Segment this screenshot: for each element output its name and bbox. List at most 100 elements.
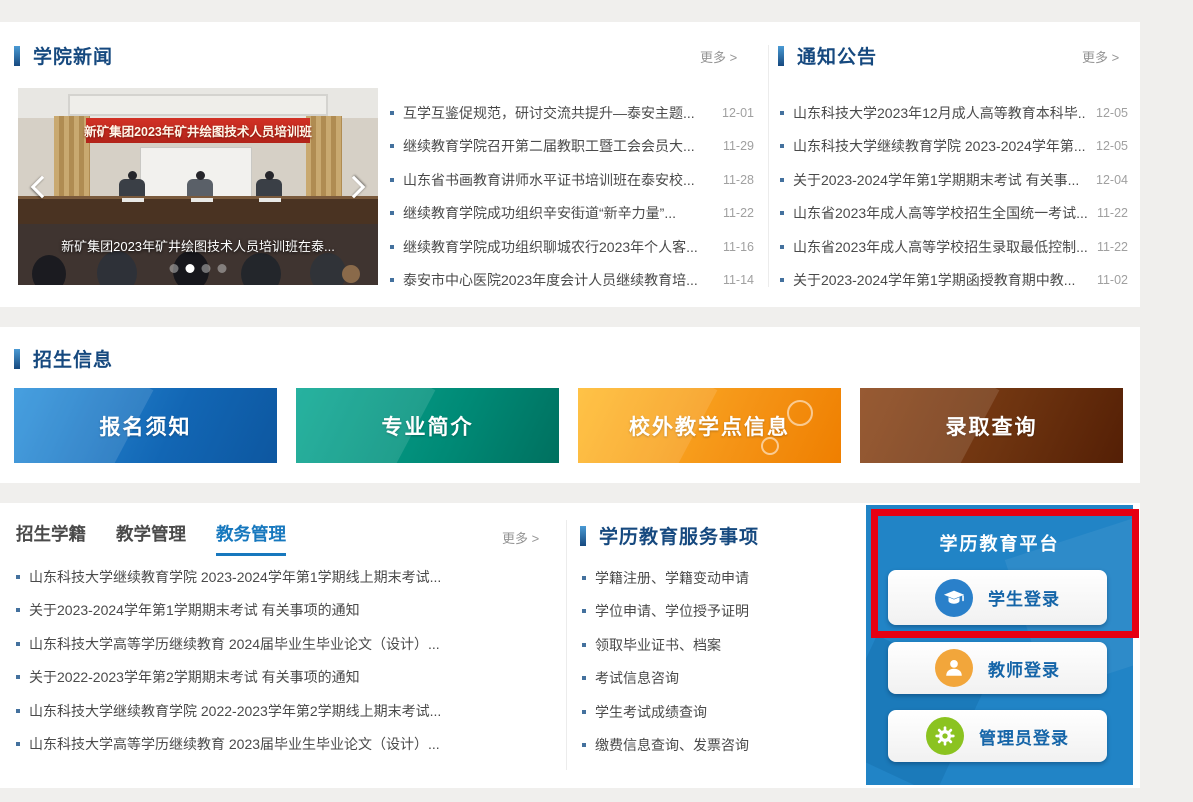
list-item[interactable]: 山东省2023年成人高等学校招生录取最低控制... 11-22 bbox=[780, 230, 1128, 264]
list-item[interactable]: 领取毕业证书、档案 bbox=[582, 628, 852, 662]
list-item[interactable]: 山东科技大学2023年12月成人高等教育本科毕... 12-05 bbox=[780, 96, 1128, 130]
bullet-icon bbox=[582, 576, 586, 580]
carousel-dot[interactable] bbox=[218, 264, 227, 273]
list-item[interactable]: 关于2023-2024学年第1学期期末考试 有关事项的通知 bbox=[16, 594, 546, 628]
item-link[interactable]: 继续教育学院召开第二届教职工暨工会会员大... bbox=[403, 136, 713, 156]
item-link[interactable]: 缴费信息查询、发票咨询 bbox=[595, 735, 852, 755]
item-link[interactable]: 学位申请、学位授予证明 bbox=[595, 601, 852, 621]
item-link[interactable]: 山东省书画教育讲师水平证书培训班在泰安校... bbox=[403, 170, 713, 190]
item-link[interactable]: 山东科技大学高等学历继续教育 2023届毕业生毕业论文（设计）... bbox=[29, 734, 546, 754]
list-item[interactable]: 山东科技大学高等学历继续教育 2023届毕业生毕业论文（设计）... bbox=[16, 728, 546, 762]
list-item[interactable]: 学籍注册、学籍变动申请 bbox=[582, 561, 852, 595]
item-link[interactable]: 关于2023-2024学年第1学期期末考试 有关事... bbox=[793, 170, 1086, 190]
carousel-dot[interactable] bbox=[202, 264, 211, 273]
item-link[interactable]: 泰安市中心医院2023年度会计人员继续教育培... bbox=[403, 270, 713, 290]
list-item[interactable]: 缴费信息查询、发票咨询 bbox=[582, 729, 852, 763]
list-item[interactable]: 考试信息咨询 bbox=[582, 662, 852, 696]
column-divider bbox=[768, 45, 769, 287]
bullet-icon bbox=[390, 144, 394, 148]
item-link[interactable]: 领取毕业证书、档案 bbox=[595, 635, 852, 655]
news-carousel[interactable]: 新矿集团2023年矿井绘图技术人员培训班 新矿集团2023年矿井绘图技术人员培训… bbox=[18, 88, 378, 285]
list-item[interactable]: 继续教育学院成功组织辛安街道“新辛力量”... 11-22 bbox=[390, 197, 754, 231]
education-platform-panel: 学历教育平台 学生登录 教师登录 bbox=[866, 505, 1133, 785]
item-date: 11-02 bbox=[1097, 273, 1128, 287]
item-link[interactable]: 继续教育学院成功组织聊城农行2023年个人客... bbox=[403, 237, 713, 257]
item-link[interactable]: 继续教育学院成功组织辛安街道“新辛力量”... bbox=[403, 203, 713, 223]
list-item[interactable]: 山东省2023年成人高等学校招生全国统一考试... 11-22 bbox=[780, 197, 1128, 231]
banner-major-intro[interactable]: 专业简介 bbox=[296, 388, 559, 463]
banner-offsite-teaching-info[interactable]: 校外教学点信息 bbox=[578, 388, 841, 463]
item-date: 11-22 bbox=[723, 206, 754, 220]
item-link[interactable]: 山东科技大学继续教育学院 2023-2024学年第1学期线上期末考试... bbox=[29, 567, 546, 587]
item-link[interactable]: 山东科技大学2023年12月成人高等教育本科毕... bbox=[793, 103, 1086, 123]
list-item[interactable]: 关于2023-2024学年第1学期期末考试 有关事... 12-04 bbox=[780, 163, 1128, 197]
news-section-header: 学院新闻 bbox=[14, 42, 113, 69]
management-more-link[interactable]: 更多 > bbox=[502, 528, 539, 547]
banner-label: 校外教学点信息 bbox=[629, 411, 790, 441]
item-link[interactable]: 山东科技大学高等学历继续教育 2024届毕业生毕业论文（设计）... bbox=[29, 634, 546, 654]
carousel-dot[interactable] bbox=[170, 264, 179, 273]
item-link[interactable]: 关于2023-2024学年第1学期函授教育期中教... bbox=[793, 270, 1087, 290]
bullet-icon bbox=[780, 111, 784, 115]
tab-academic-affairs[interactable]: 教务管理 bbox=[216, 521, 286, 556]
notice-more-link[interactable]: 更多 > bbox=[1082, 47, 1119, 66]
gear-icon bbox=[926, 717, 964, 755]
list-item[interactable]: 互学互鉴促规范，研讨交流共提升—泰安主题... 12-01 bbox=[390, 96, 754, 130]
list-item[interactable]: 学生考试成绩查询 bbox=[582, 695, 852, 729]
item-link[interactable]: 关于2023-2024学年第1学期期末考试 有关事项的通知 bbox=[29, 600, 546, 620]
item-date: 12-04 bbox=[1096, 173, 1128, 187]
list-item[interactable]: 学位申请、学位授予证明 bbox=[582, 595, 852, 629]
carousel-photo: 新矿集团2023年矿井绘图技术人员培训班 bbox=[18, 88, 378, 285]
thumb-circle-icon bbox=[787, 400, 813, 426]
management-list: 山东科技大学继续教育学院 2023-2024学年第1学期线上期末考试... 关于… bbox=[16, 560, 546, 761]
photo-paper bbox=[122, 198, 144, 202]
list-item[interactable]: 山东科技大学继续教育学院 2023-2024学年第1学期线上期末考试... bbox=[16, 560, 546, 594]
item-link[interactable]: 学生考试成绩查询 bbox=[595, 702, 852, 722]
item-date: 11-16 bbox=[723, 240, 754, 254]
list-item[interactable]: 山东省书画教育讲师水平证书培训班在泰安校... 11-28 bbox=[390, 163, 754, 197]
list-item[interactable]: 关于2022-2023学年第2学期期末考试 有关事项的通知 bbox=[16, 661, 546, 695]
carousel-dot-active[interactable] bbox=[186, 264, 195, 273]
list-item[interactable]: 山东科技大学高等学历继续教育 2024届毕业生毕业论文（设计）... bbox=[16, 627, 546, 661]
list-item[interactable]: 山东科技大学继续教育学院 2023-2024学年第... 12-05 bbox=[780, 130, 1128, 164]
item-date: 11-28 bbox=[723, 173, 754, 187]
banner-signup-notice[interactable]: 报名须知 bbox=[14, 388, 277, 463]
section-bar-icon bbox=[778, 46, 784, 66]
list-item[interactable]: 泰安市中心医院2023年度会计人员继续教育培... 11-14 bbox=[390, 264, 754, 298]
item-date: 12-05 bbox=[1096, 106, 1128, 120]
bullet-icon bbox=[780, 211, 784, 215]
item-link[interactable]: 考试信息咨询 bbox=[595, 668, 852, 688]
teacher-login-label: 教师登录 bbox=[988, 656, 1060, 681]
banner-admission-query[interactable]: 录取查询 bbox=[860, 388, 1123, 463]
list-item[interactable]: 继续教育学院成功组织聊城农行2023年个人客... 11-16 bbox=[390, 230, 754, 264]
item-date: 11-14 bbox=[723, 273, 754, 287]
student-login-label: 学生登录 bbox=[988, 585, 1060, 610]
news-more-link[interactable]: 更多 > bbox=[700, 47, 737, 66]
tab-teaching-management[interactable]: 教学管理 bbox=[116, 521, 186, 556]
list-item[interactable]: 继续教育学院召开第二届教职工暨工会会员大... 11-29 bbox=[390, 130, 754, 164]
service-section-title: 学历教育服务事项 bbox=[599, 522, 759, 549]
photo-banner-text: 新矿集团2023年矿井绘图技术人员培训班 bbox=[86, 118, 309, 144]
list-item[interactable]: 关于2023-2024学年第1学期函授教育期中教... 11-02 bbox=[780, 264, 1128, 298]
tab-enrollment-status[interactable]: 招生学籍 bbox=[16, 521, 86, 556]
photo-ceiling bbox=[18, 88, 378, 118]
section-bar-icon bbox=[580, 526, 586, 546]
item-link[interactable]: 山东省2023年成人高等学校招生全国统一考试... bbox=[793, 203, 1087, 223]
item-link[interactable]: 互学互鉴促规范，研讨交流共提升—泰安主题... bbox=[403, 103, 712, 123]
student-login-button[interactable]: 学生登录 bbox=[888, 570, 1107, 625]
item-link[interactable]: 山东省2023年成人高等学校招生录取最低控制... bbox=[793, 237, 1087, 257]
column-divider bbox=[566, 520, 567, 770]
teacher-login-button[interactable]: 教师登录 bbox=[888, 642, 1107, 694]
item-date: 11-29 bbox=[723, 139, 754, 153]
item-link[interactable]: 关于2022-2023学年第2学期期末考试 有关事项的通知 bbox=[29, 667, 546, 687]
banner-label: 专业简介 bbox=[382, 411, 474, 441]
item-link[interactable]: 学籍注册、学籍变动申请 bbox=[595, 568, 852, 588]
item-link[interactable]: 山东科技大学继续教育学院 2022-2023学年第2学期线上期末考试... bbox=[29, 701, 546, 721]
bullet-icon bbox=[390, 245, 394, 249]
item-date: 12-05 bbox=[1096, 139, 1128, 153]
item-link[interactable]: 山东科技大学继续教育学院 2023-2024学年第... bbox=[793, 136, 1086, 156]
list-item[interactable]: 山东科技大学继续教育学院 2022-2023学年第2学期线上期末考试... bbox=[16, 694, 546, 728]
carousel-caption[interactable]: 新矿集团2023年矿井绘图技术人员培训班在泰... bbox=[18, 236, 378, 255]
photo-paper bbox=[191, 198, 213, 202]
admin-login-button[interactable]: 管理员登录 bbox=[888, 710, 1107, 762]
